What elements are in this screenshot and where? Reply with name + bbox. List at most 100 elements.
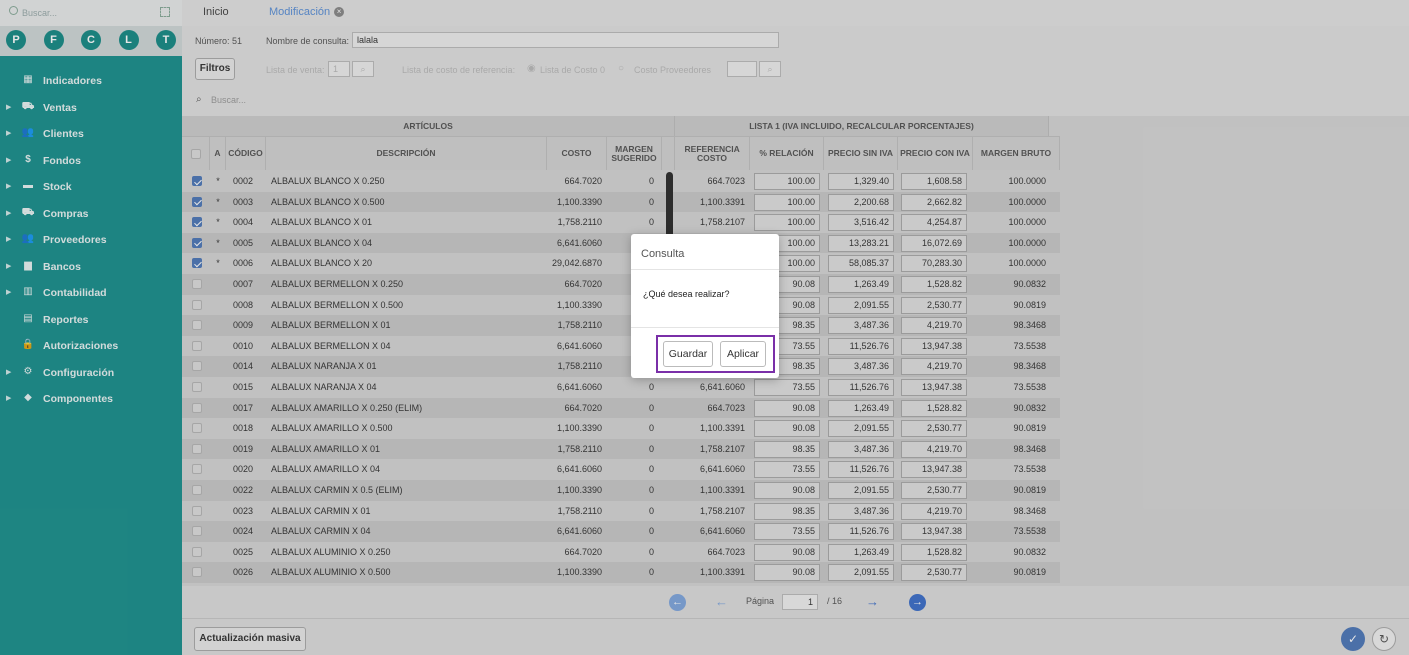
row-checkbox[interactable]	[192, 196, 202, 207]
row-checkbox[interactable]	[192, 423, 202, 434]
radio-cost-list-icon[interactable]: ◉	[527, 63, 536, 74]
table-row[interactable]: 0020 ALBALUX AMARILLO X 04 6,641.6060 0 6,64…	[182, 459, 1060, 481]
row-checkbox[interactable]	[192, 320, 202, 331]
row-checkbox[interactable]	[192, 176, 202, 186]
precio-sin-iva-input[interactable]: 3,516.42	[828, 214, 894, 232]
header-referencia-costo[interactable]: REFERENCIA COSTO	[675, 136, 750, 170]
select-all-checkbox[interactable]	[190, 148, 201, 159]
precio-con-iva-input[interactable]: 13,947.38	[901, 379, 967, 396]
sidebar-item-stock[interactable]: ▶ ▬ Stock	[0, 174, 182, 200]
precio-con-iva-input[interactable]: 1,528.82	[901, 276, 967, 293]
precio-con-iva-input[interactable]: 2,530.77	[901, 482, 967, 499]
header-select-all[interactable]	[182, 136, 210, 170]
row-checkbox[interactable]	[192, 505, 202, 516]
precio-con-iva-input[interactable]: 1,528.82	[901, 543, 967, 561]
table-row[interactable]: 0022 ALBALUX CARMIN X 0.5 (ELIM) 1,100.339…	[182, 480, 1060, 501]
save-button[interactable]: Guardar	[663, 341, 713, 367]
precio-con-iva-input[interactable]: 4,219.70	[901, 317, 967, 335]
page-input[interactable]: 1	[782, 594, 818, 610]
shortcut-p[interactable]: P	[6, 30, 26, 50]
precio-sin-iva-input[interactable]: 3,487.36	[828, 440, 894, 458]
table-row[interactable]: 0025 ALBALUX ALUMINIO X 0.250 664.7020 0 664…	[182, 541, 1060, 563]
precio-sin-iva-input[interactable]: 11,526.76	[828, 337, 894, 355]
row-checkbox[interactable]	[192, 485, 202, 495]
row-checkbox[interactable]	[192, 464, 202, 475]
table-row[interactable]: 0014 ALBALUX NARANJA X 01 1,758.2110 98.35 3…	[182, 356, 1060, 378]
row-checkbox[interactable]	[192, 443, 202, 454]
sidebar-item-reportes[interactable]: ▤ Reportes	[0, 307, 182, 333]
relacion-input[interactable]: 73.55	[754, 523, 820, 541]
shortcut-t[interactable]: T	[156, 30, 176, 50]
precio-con-iva-input[interactable]: 2,530.77	[901, 564, 967, 582]
query-name-input[interactable]: lalala	[352, 32, 779, 48]
precio-sin-iva-input[interactable]: 2,091.55	[828, 482, 894, 499]
table-row[interactable]: 0019 ALBALUX AMARILLO X 01 1,758.2110 0 1,75…	[182, 438, 1060, 460]
sidebar-item-contabilidad[interactable]: ▶ ▥ Contabilidad	[0, 280, 182, 306]
tab-modificacion[interactable]: Modificación ×	[269, 6, 345, 18]
close-tab-icon[interactable]: ×	[334, 7, 345, 18]
precio-sin-iva-input[interactable]: 13,283.21	[828, 234, 894, 252]
row-checkbox[interactable]	[192, 526, 202, 537]
header-precio-sin-iva[interactable]: PRECIO SIN IVA	[824, 136, 898, 170]
sidebar-item-bancos[interactable]: ▶ ▆ Bancos	[0, 254, 182, 280]
sidebar-item-ventas[interactable]: ▶ ⛟ Ventas	[0, 95, 182, 121]
last-page-icon[interactable]: →	[909, 594, 926, 611]
row-checkbox[interactable]	[192, 382, 202, 392]
sidebar-search-input[interactable]: Buscar...	[22, 8, 57, 18]
table-row[interactable]: 0010 ALBALUX BERMELLON X 04 6,641.6060 73.5…	[182, 335, 1060, 357]
sidebar-item-clientes[interactable]: ▶ 👥 Clientes	[0, 121, 182, 147]
table-row[interactable]: * 0003 ALBALUX BLANCO X 0.500 1,100.3390 0 1,…	[182, 191, 1060, 213]
precio-con-iva-input[interactable]: 13,947.38	[901, 461, 967, 479]
fullscreen-icon[interactable]	[160, 7, 170, 17]
relacion-input[interactable]: 100.00	[754, 193, 820, 211]
table-row[interactable]: 0008 ALBALUX BERMELLON X 0.500 1,100.3390 9…	[182, 294, 1060, 316]
row-checkbox[interactable]	[192, 299, 202, 310]
precio-con-iva-input[interactable]: 16,072.69	[901, 234, 967, 252]
row-checkbox[interactable]	[192, 340, 202, 351]
relacion-input[interactable]: 90.08	[754, 399, 820, 417]
filters-button[interactable]: Filtros	[195, 58, 235, 80]
row-checkbox[interactable]	[192, 361, 202, 372]
precio-sin-iva-input[interactable]: 1,263.49	[828, 543, 894, 561]
sidebar-item-componentes[interactable]: ▶ ◆ Componentes	[0, 386, 182, 412]
radio-supplier-cost-icon[interactable]: ○	[618, 63, 624, 74]
relacion-input[interactable]: 90.08	[754, 564, 820, 582]
row-checkbox[interactable]	[192, 567, 202, 578]
relacion-input[interactable]: 73.55	[754, 461, 820, 479]
relacion-input[interactable]: 100.00	[754, 173, 820, 190]
bulk-update-button[interactable]: Actualización masiva	[194, 627, 306, 651]
row-checkbox[interactable]	[192, 402, 202, 413]
table-row[interactable]: 0024 ALBALUX CARMIN X 04 6,641.6060 0 6,641.…	[182, 521, 1060, 543]
table-row[interactable]: * 0002 ALBALUX BLANCO X 0.250 664.7020 0 664.…	[182, 171, 1060, 192]
precio-sin-iva-input[interactable]: 2,091.55	[828, 564, 894, 582]
row-checkbox[interactable]	[192, 279, 202, 289]
table-row[interactable]: 0023 ALBALUX CARMIN X 01 1,758.2110 0 1,758.…	[182, 500, 1060, 522]
next-page-icon[interactable]: →	[866, 594, 879, 609]
precio-con-iva-input[interactable]: 2,530.77	[901, 420, 967, 438]
precio-con-iva-input[interactable]: 13,947.38	[901, 523, 967, 541]
precio-con-iva-input[interactable]: 1,608.58	[901, 173, 967, 190]
refresh-icon[interactable]: ↻	[1372, 627, 1396, 651]
precio-con-iva-input[interactable]: 70,283.30	[901, 255, 967, 273]
header-relacion[interactable]: % RELACIÓN	[750, 136, 824, 170]
table-row[interactable]: 0009 ALBALUX BERMELLON X 01 1,758.2110 98.3…	[182, 315, 1060, 337]
relacion-input[interactable]: 98.35	[754, 440, 820, 458]
precio-sin-iva-input[interactable]: 58,085.37	[828, 255, 894, 273]
precio-con-iva-input[interactable]: 4,219.70	[901, 502, 967, 520]
header-precio-con-iva[interactable]: PRECIO CON IVA	[898, 136, 973, 170]
sales-list-input[interactable]: 1	[328, 61, 350, 77]
cost-list-input[interactable]	[727, 61, 757, 77]
header-codigo[interactable]: CÓDIGO	[226, 136, 266, 170]
precio-con-iva-input[interactable]: 1,528.82	[901, 399, 967, 417]
tab-inicio[interactable]: Inicio	[203, 6, 229, 18]
sales-list-search-icon[interactable]: ⌕	[352, 61, 374, 77]
precio-con-iva-input[interactable]: 4,219.70	[901, 440, 967, 458]
table-row[interactable]: 0017 ALBALUX AMARILLO X 0.250 (ELIM) 664.7…	[182, 397, 1060, 419]
precio-con-iva-input[interactable]: 2,662.82	[901, 193, 967, 211]
sidebar-item-compras[interactable]: ▶ ⛟ Compras	[0, 201, 182, 227]
shortcut-l[interactable]: L	[118, 30, 139, 50]
sidebar-item-configuracion[interactable]: ▶ ⚙ Configuración	[0, 360, 182, 386]
precio-sin-iva-input[interactable]: 11,526.76	[828, 379, 894, 396]
table-row[interactable]: 0015 ALBALUX NARANJA X 04 6,641.6060 0 6,641…	[182, 377, 1060, 398]
shortcut-c[interactable]: C	[81, 30, 101, 50]
